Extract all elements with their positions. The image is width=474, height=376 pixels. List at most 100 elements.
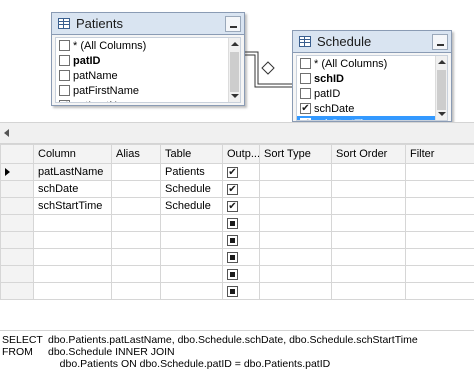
cell-sort-order[interactable]: [331, 180, 406, 198]
header-column[interactable]: Column: [33, 144, 112, 164]
output-checkbox-checked-icon[interactable]: ✔: [227, 200, 238, 212]
output-checkbox-indeterminate-icon[interactable]: [227, 251, 238, 263]
output-checkbox-checked-icon[interactable]: ✔: [227, 166, 238, 178]
cell-sort-type[interactable]: [259, 197, 332, 215]
diagram-horizontal-scrollbar[interactable]: [0, 122, 474, 144]
scroll-up-arrow-icon[interactable]: [438, 60, 446, 64]
grid-corner[interactable]: [0, 144, 34, 164]
checkbox-icon[interactable]: [59, 85, 70, 96]
scroll-up-arrow-icon[interactable]: [231, 42, 239, 46]
column-item[interactable]: ✔patLastName: [56, 98, 240, 102]
scroll-down-arrow-icon[interactable]: [438, 112, 446, 116]
cell-filter[interactable]: [405, 265, 474, 283]
checkbox-icon[interactable]: [59, 55, 70, 66]
cell-sort-type[interactable]: [259, 248, 332, 266]
cell-sort-type[interactable]: [259, 214, 332, 232]
scroll-down-arrow-icon[interactable]: [231, 94, 239, 98]
cell-sort-type[interactable]: [259, 265, 332, 283]
row-header[interactable]: [0, 180, 34, 198]
grid-row[interactable]: [0, 214, 474, 232]
scroll-thumb[interactable]: [230, 52, 239, 92]
header-alias[interactable]: Alias: [111, 144, 161, 164]
checkbox-icon[interactable]: [300, 73, 311, 84]
minimize-button[interactable]: [432, 33, 448, 50]
cell-table[interactable]: Patients: [160, 163, 223, 181]
checkbox-checked-icon[interactable]: ✔: [300, 118, 311, 120]
checkbox-checked-icon[interactable]: ✔: [59, 100, 70, 102]
cell-output[interactable]: [222, 214, 260, 232]
cell-filter[interactable]: [405, 282, 474, 300]
scroll-thumb[interactable]: [437, 70, 446, 110]
table-box-patients[interactable]: Patients * (All Columns) patID patName patF…: [51, 12, 245, 106]
grid-row[interactable]: [0, 248, 474, 266]
table-box-schedule[interactable]: Schedule * (All Columns) schID patID ✔ schDa…: [292, 30, 452, 122]
grid-row[interactable]: schDate Schedule ✔: [0, 180, 474, 198]
column-item[interactable]: ✔schStartTime: [297, 116, 447, 120]
cell-alias[interactable]: [111, 282, 161, 300]
row-header[interactable]: [0, 163, 34, 181]
row-header[interactable]: [0, 265, 34, 283]
header-table[interactable]: Table: [160, 144, 223, 164]
column-item[interactable]: patName: [56, 68, 240, 83]
output-checkbox-indeterminate-icon[interactable]: [227, 234, 238, 246]
cell-sort-type[interactable]: [259, 163, 332, 181]
scroll-left-arrow-icon[interactable]: [4, 129, 9, 137]
table-title-bar[interactable]: Schedule: [293, 31, 451, 53]
column-list[interactable]: * (All Columns)schIDpatID✔schDate✔schSta…: [296, 55, 448, 121]
column-item[interactable]: patID: [297, 86, 447, 101]
cell-column[interactable]: schDate: [33, 180, 112, 198]
cell-table[interactable]: Schedule: [160, 180, 223, 198]
grid-row[interactable]: [0, 231, 474, 249]
cell-alias[interactable]: [111, 248, 161, 266]
minimize-button[interactable]: [225, 15, 241, 32]
output-checkbox-checked-icon[interactable]: ✔: [227, 183, 238, 195]
row-header[interactable]: [0, 231, 34, 249]
cell-column[interactable]: [33, 214, 112, 232]
cell-column[interactable]: [33, 282, 112, 300]
cell-filter[interactable]: [405, 231, 474, 249]
cell-output[interactable]: [222, 248, 260, 266]
cell-alias[interactable]: [111, 163, 161, 181]
cell-output[interactable]: [222, 265, 260, 283]
cell-filter[interactable]: [405, 180, 474, 198]
header-sort-order[interactable]: Sort Order: [331, 144, 406, 164]
cell-output[interactable]: [222, 282, 260, 300]
column-item[interactable]: ✔ schDate: [297, 101, 447, 116]
cell-table[interactable]: [160, 231, 223, 249]
cell-alias[interactable]: [111, 214, 161, 232]
cell-output[interactable]: [222, 231, 260, 249]
row-header[interactable]: [0, 248, 34, 266]
table-title-bar[interactable]: Patients: [52, 13, 244, 35]
cell-table[interactable]: Schedule: [160, 197, 223, 215]
cell-sort-order[interactable]: [331, 282, 406, 300]
checkbox-checked-icon[interactable]: ✔: [300, 103, 311, 114]
diagram-pane[interactable]: Patients * (All Columns) patID patName patF…: [0, 0, 474, 122]
row-header[interactable]: [0, 197, 34, 215]
cell-filter[interactable]: [405, 163, 474, 181]
cell-table[interactable]: [160, 282, 223, 300]
header-output[interactable]: Outp...: [222, 144, 260, 164]
column-item[interactable]: patID: [56, 53, 240, 68]
cell-sort-order[interactable]: [331, 248, 406, 266]
header-sort-type[interactable]: Sort Type: [259, 144, 332, 164]
output-checkbox-indeterminate-icon[interactable]: [227, 217, 238, 229]
column-item[interactable]: schID: [297, 71, 447, 86]
cell-alias[interactable]: [111, 180, 161, 198]
cell-column[interactable]: schStartTime: [33, 197, 112, 215]
row-header[interactable]: [0, 214, 34, 232]
checkbox-icon[interactable]: [59, 40, 70, 51]
cell-sort-type[interactable]: [259, 282, 332, 300]
cell-alias[interactable]: [111, 231, 161, 249]
grid-row[interactable]: [0, 282, 474, 300]
grid-row[interactable]: schStartTime Schedule ✔: [0, 197, 474, 215]
cell-alias[interactable]: [111, 197, 161, 215]
grid-row[interactable]: patLastName Patients ✔: [0, 163, 474, 181]
cell-column[interactable]: [33, 231, 112, 249]
cell-sort-order[interactable]: [331, 163, 406, 181]
cell-sort-order[interactable]: [331, 265, 406, 283]
cell-sort-type[interactable]: [259, 180, 332, 198]
column-item[interactable]: patFirstName: [56, 83, 240, 98]
cell-output[interactable]: ✔: [222, 180, 260, 198]
output-checkbox-indeterminate-icon[interactable]: [227, 268, 238, 280]
cell-column[interactable]: [33, 248, 112, 266]
